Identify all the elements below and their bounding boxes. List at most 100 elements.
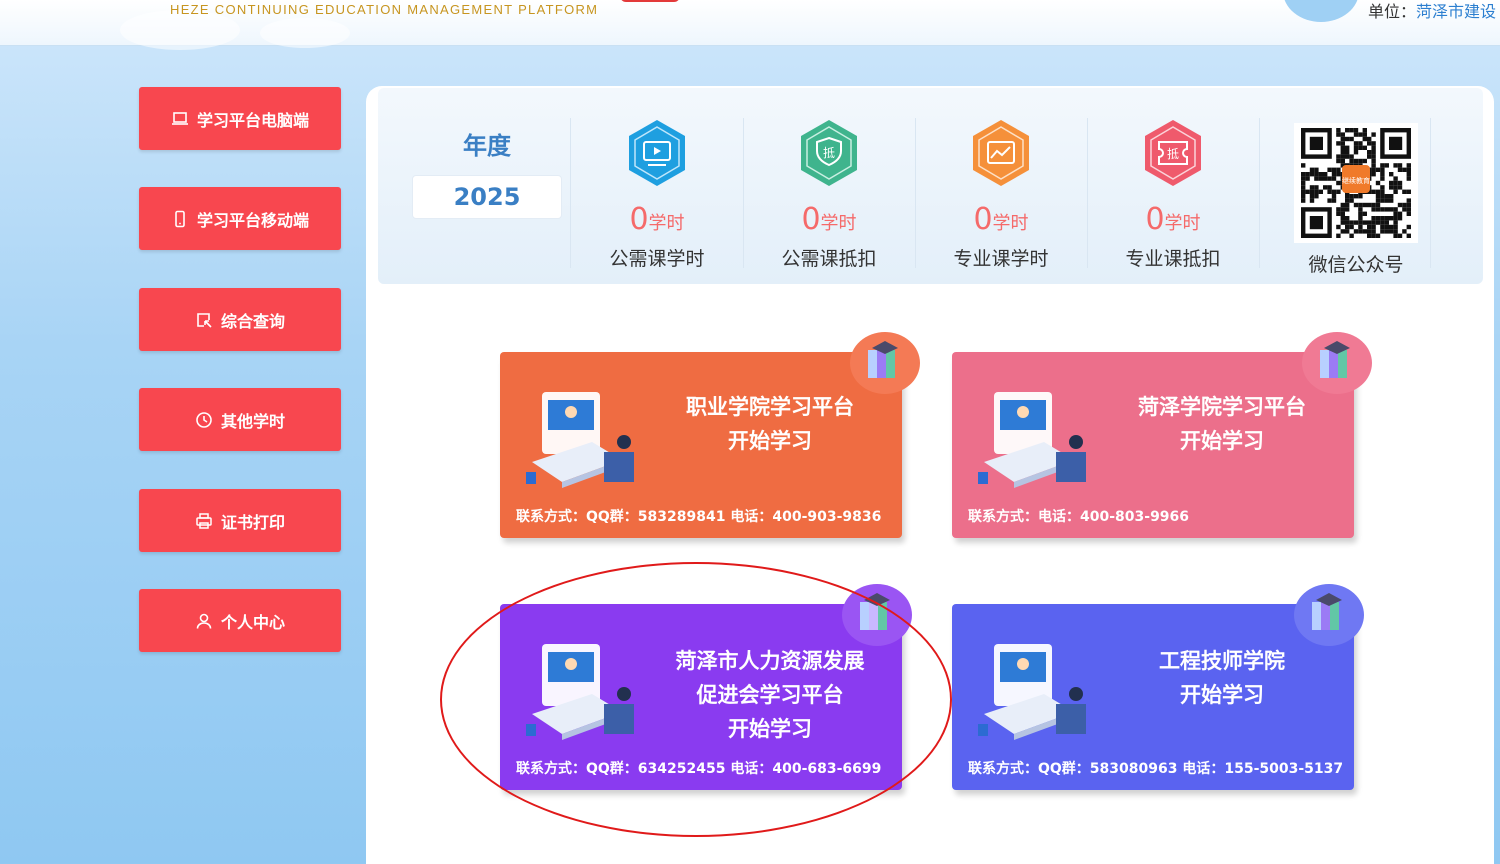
sidebar-item-query[interactable]: 综合查询 [139, 288, 341, 351]
qr-module [1380, 194, 1385, 199]
qr-module [1349, 136, 1354, 142]
qr-module [1393, 220, 1398, 225]
qr-module [1353, 145, 1359, 150]
card-title-line: 工程技师学院 [1159, 649, 1285, 673]
qr-module [1353, 132, 1359, 137]
qr-module [1380, 176, 1385, 181]
qr-module [1323, 185, 1328, 190]
qr-module [1375, 194, 1381, 199]
qr-module [1393, 224, 1398, 230]
qr-module [1353, 128, 1359, 133]
stat-value: 0 [801, 202, 821, 237]
qr-module [1362, 145, 1367, 150]
qr-module [1384, 216, 1389, 221]
stat-public-deduct: 抵 0学时 公需课抵扣 [754, 118, 904, 271]
qr-module [1336, 141, 1341, 146]
sidebar-item-personal-center[interactable]: 个人中心 [139, 589, 341, 652]
qr-finder [1309, 136, 1323, 150]
stat-pro-hours: 0学时 专业课学时 [926, 118, 1076, 271]
stat-public-hours: 0学时 公需课学时 [582, 118, 732, 271]
qr-module [1371, 145, 1376, 150]
avatar[interactable] [1283, 0, 1359, 22]
books-icon [842, 584, 912, 646]
stat-unit: 学时 [992, 213, 1029, 234]
qr-module [1406, 167, 1411, 172]
qr-module [1345, 128, 1350, 133]
sidebar-item-mobile-platform[interactable]: 学习平台移动端 [139, 187, 341, 250]
qr-module [1353, 229, 1359, 234]
qr-module [1362, 158, 1367, 164]
qr-module [1331, 172, 1337, 177]
svg-text:抵: 抵 [823, 146, 835, 160]
qr-module [1380, 172, 1385, 177]
qr-module [1397, 180, 1403, 186]
qr-module [1393, 185, 1398, 190]
qr-module [1305, 189, 1310, 194]
qr-module [1314, 172, 1319, 177]
qr-module [1331, 176, 1337, 181]
qr-module [1393, 189, 1398, 194]
qr-module [1393, 180, 1398, 186]
qr-module [1358, 224, 1363, 230]
stat-label: 公需课学时 [609, 248, 705, 270]
study-illustration [526, 644, 634, 740]
qr-module [1367, 233, 1372, 238]
qr-module [1349, 154, 1354, 159]
qr-module [1380, 189, 1385, 194]
unit-info: 单位：菏泽市建设 [1368, 0, 1496, 22]
qr-module [1371, 158, 1376, 164]
qr-module [1340, 145, 1345, 150]
qr-module [1375, 202, 1381, 208]
qr-module [1358, 229, 1363, 234]
qr-module [1336, 207, 1341, 212]
sidebar-item-other-hours[interactable]: 其他学时 [139, 388, 341, 451]
qr-module [1367, 220, 1372, 225]
platform-card-hr-development-association[interactable]: 菏泽市人力资源发展 促进会学习平台 开始学习 联系方式：QQ群：63425245… [500, 584, 912, 790]
qr-badge-text: 继续教育 [1342, 176, 1370, 185]
qr-module [1340, 158, 1345, 164]
qr-finder [1389, 136, 1403, 150]
qr-module [1371, 132, 1376, 137]
qr-module [1327, 189, 1332, 194]
divider [743, 118, 744, 268]
stat-value: 0 [629, 202, 649, 237]
qr-module [1327, 198, 1332, 203]
qr-module [1375, 180, 1381, 186]
year-selector[interactable]: 2025 [412, 175, 562, 219]
divider [570, 118, 571, 268]
stat-value: 0 [973, 202, 993, 237]
qr-module [1375, 198, 1381, 203]
qr-module [1371, 141, 1376, 146]
sidebar-item-label: 个人中心 [220, 612, 285, 632]
qr-module [1358, 202, 1363, 208]
qr-module [1367, 154, 1372, 159]
qr-module [1345, 154, 1350, 159]
qr-module [1384, 224, 1389, 230]
qr-module [1301, 180, 1306, 186]
platform-card-vocational-college[interactable]: 职业学院学习平台 开始学习 联系方式：QQ群：583289841 电话：400-… [500, 332, 920, 538]
platform-card-heze-university[interactable]: 菏泽学院学习平台 开始学习 联系方式：电话：400-803-9966 [952, 332, 1372, 538]
laptop-icon [171, 111, 188, 125]
qr-module [1362, 211, 1367, 216]
qr-module [1318, 172, 1323, 177]
platform-card-engineering-technician-college[interactable]: 工程技师学院 开始学习 联系方式：QQ群：583080963 电话：155-50… [952, 584, 1364, 790]
wechat-qr-code[interactable]: 继续教育 [1294, 123, 1418, 243]
qr-module [1314, 176, 1319, 181]
qr-module [1371, 233, 1376, 238]
qr-module [1375, 189, 1381, 194]
sidebar-item-pc-platform[interactable]: 学习平台电脑端 [139, 87, 341, 150]
qr-module [1345, 150, 1350, 155]
qr-module [1393, 163, 1398, 168]
unit-value[interactable]: 菏泽市建设 [1416, 2, 1496, 21]
qr-module [1301, 185, 1306, 190]
sidebar-item-certificate-print[interactable]: 证书打印 [139, 489, 341, 552]
qr-module [1340, 141, 1345, 146]
qr-module [1340, 150, 1345, 155]
qr-module [1301, 163, 1306, 168]
study-illustration [526, 392, 634, 488]
qr-module [1309, 198, 1315, 203]
study-illustration [978, 392, 1086, 488]
card-contact: 联系方式：QQ群：583289841 电话：400-903-9836 [516, 509, 882, 525]
qr-module [1358, 207, 1363, 212]
qr-module [1380, 185, 1385, 190]
